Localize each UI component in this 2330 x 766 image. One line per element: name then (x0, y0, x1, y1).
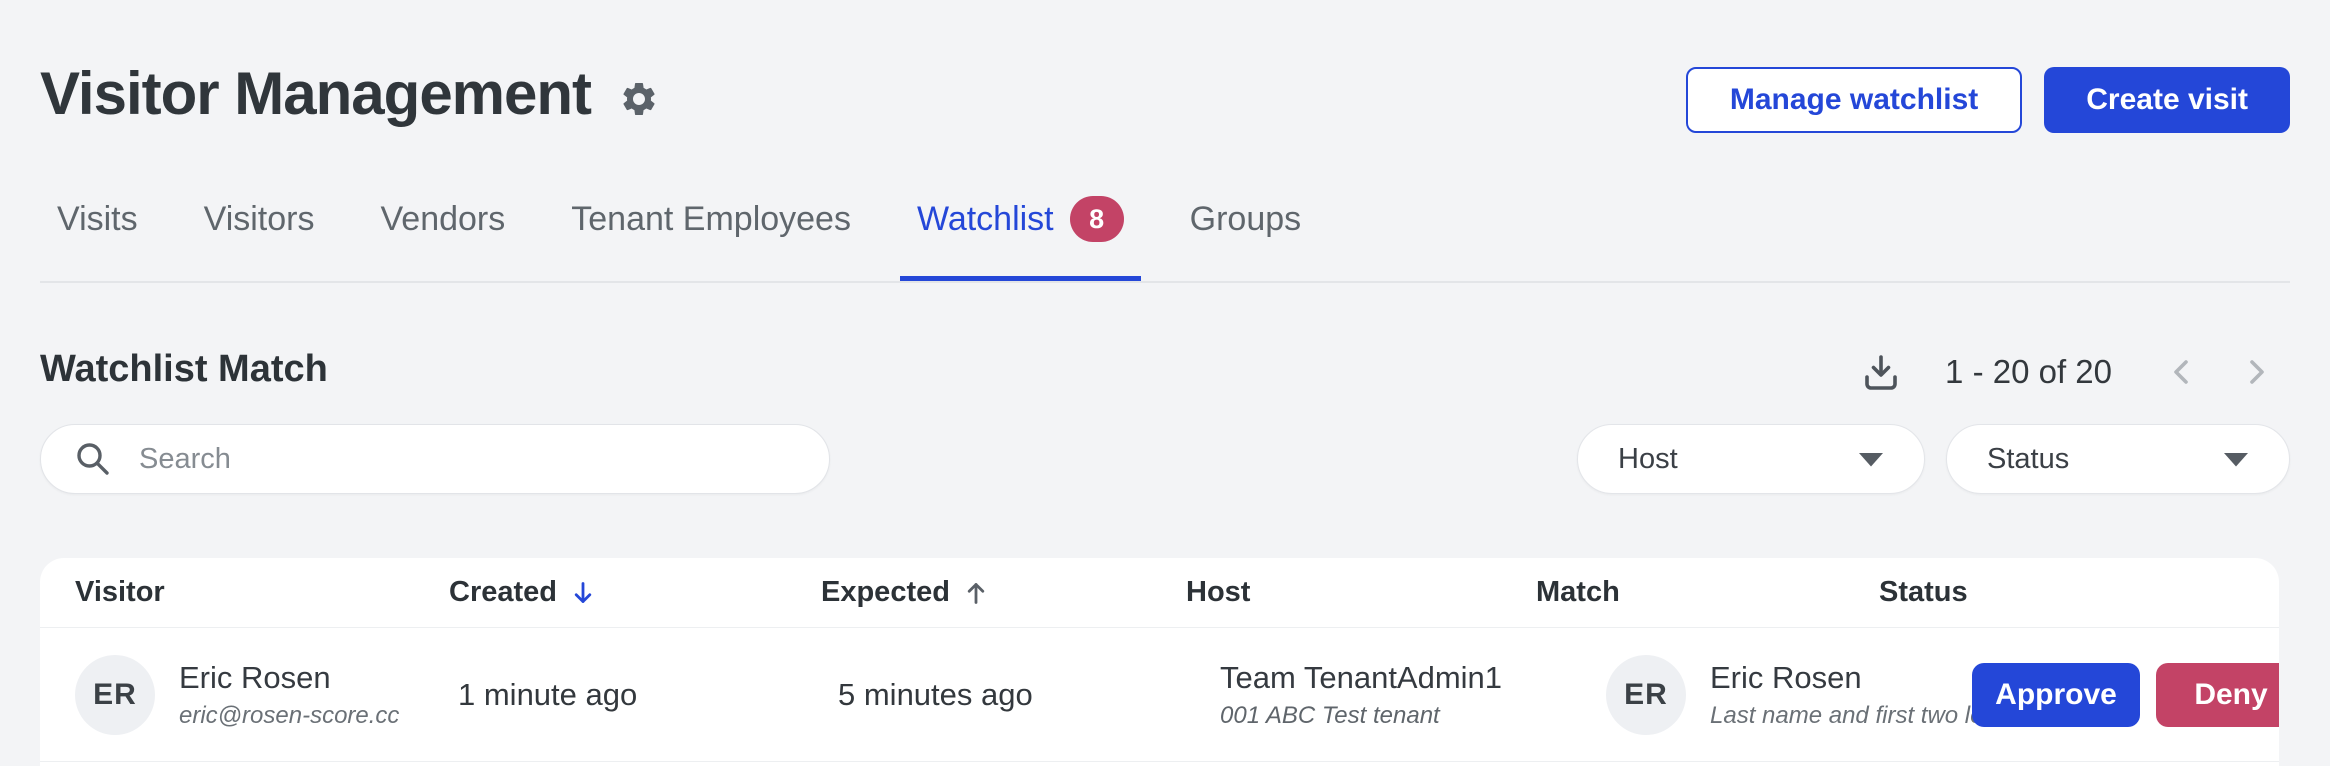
column-header-status: Status (1879, 576, 2279, 609)
list-controls: 1 - 20 of 20 (1859, 346, 2280, 398)
tab-label: Vendors (380, 200, 505, 239)
gear-icon (619, 79, 659, 119)
visitor-name: Eric Rosen (179, 659, 399, 697)
host-filter[interactable]: Host (1577, 424, 1925, 494)
sort-desc-icon (569, 579, 597, 607)
tab-vendors[interactable]: Vendors (363, 186, 522, 281)
header-actions: Manage watchlist Create visit (1686, 67, 2290, 133)
tab-visitors[interactable]: Visitors (187, 186, 332, 281)
chevron-down-icon (1858, 451, 1884, 468)
table-row: ER Eric Rosen eric@rosen-score.cc 1 minu… (40, 628, 2279, 762)
page-header: Visitor Management (40, 56, 659, 132)
manage-watchlist-button[interactable]: Manage watchlist (1686, 67, 2022, 133)
chevron-left-icon (2166, 356, 2198, 388)
tab-bar: Visits Visitors Vendors Tenant Employees… (40, 186, 2290, 283)
column-header-visitor: Visitor (75, 576, 449, 609)
prev-page-button[interactable] (2158, 348, 2206, 396)
watchlist-match-heading: Watchlist Match (40, 348, 328, 391)
watchlist-table: Visitor Created Expected Host Match Stat… (40, 558, 2279, 766)
page-title: Visitor Management (40, 56, 591, 132)
chevron-right-icon (2240, 356, 2272, 388)
next-page-button[interactable] (2232, 348, 2280, 396)
status-filter[interactable]: Status (1946, 424, 2290, 494)
expected-value: 5 minutes ago (821, 677, 1186, 713)
sort-asc-icon (962, 579, 990, 607)
download-icon (1859, 350, 1903, 394)
column-header-match: Match (1536, 576, 1879, 609)
host-name: Team TenantAdmin1 (1220, 659, 1536, 697)
deny-button[interactable]: Deny (2156, 663, 2279, 727)
approve-button[interactable]: Approve (1972, 663, 2140, 727)
tab-label: Visitors (204, 200, 315, 239)
chevron-down-icon (2223, 451, 2249, 468)
tab-label: Watchlist (917, 200, 1054, 239)
match-avatar: ER (1606, 655, 1686, 735)
tab-label: Tenant Employees (571, 200, 851, 239)
tab-label: Visits (57, 200, 138, 239)
column-header-host: Host (1186, 576, 1536, 609)
match-cell: ER Eric Rosen Last name and first two le… (1536, 655, 1879, 735)
tab-watchlist[interactable]: Watchlist 8 (900, 186, 1141, 281)
search-icon (73, 439, 113, 479)
visitor-cell: ER Eric Rosen eric@rosen-score.cc (75, 655, 449, 735)
visitor-management-page: Visitor Management Manage watchlist Crea… (0, 0, 2330, 766)
tab-visits[interactable]: Visits (40, 186, 155, 281)
create-visit-button[interactable]: Create visit (2044, 67, 2290, 133)
column-header-expected[interactable]: Expected (821, 576, 1186, 609)
search-box[interactable] (40, 424, 830, 494)
host-filter-label: Host (1618, 443, 1678, 476)
host-tenant: 001 ABC Test tenant (1220, 701, 1536, 731)
created-value: 1 minute ago (449, 677, 821, 713)
host-cell: Team TenantAdmin1 001 ABC Test tenant (1186, 659, 1536, 731)
table-header-row: Visitor Created Expected Host Match Stat… (40, 558, 2279, 628)
tab-groups[interactable]: Groups (1173, 186, 1319, 281)
status-filter-label: Status (1987, 443, 2069, 476)
search-input[interactable] (137, 442, 797, 477)
download-button[interactable] (1859, 350, 1903, 394)
visitor-avatar: ER (75, 655, 155, 735)
tab-label: Groups (1190, 200, 1302, 239)
visitor-email: eric@rosen-score.cc (179, 701, 399, 731)
watchlist-count-badge: 8 (1070, 196, 1124, 242)
tab-tenant-employees[interactable]: Tenant Employees (554, 186, 868, 281)
pagination-range-label: 1 - 20 of 20 (1945, 353, 2112, 391)
status-cell: Approve Deny (1879, 663, 2279, 727)
column-header-created[interactable]: Created (449, 576, 821, 609)
settings-button[interactable] (619, 79, 659, 119)
